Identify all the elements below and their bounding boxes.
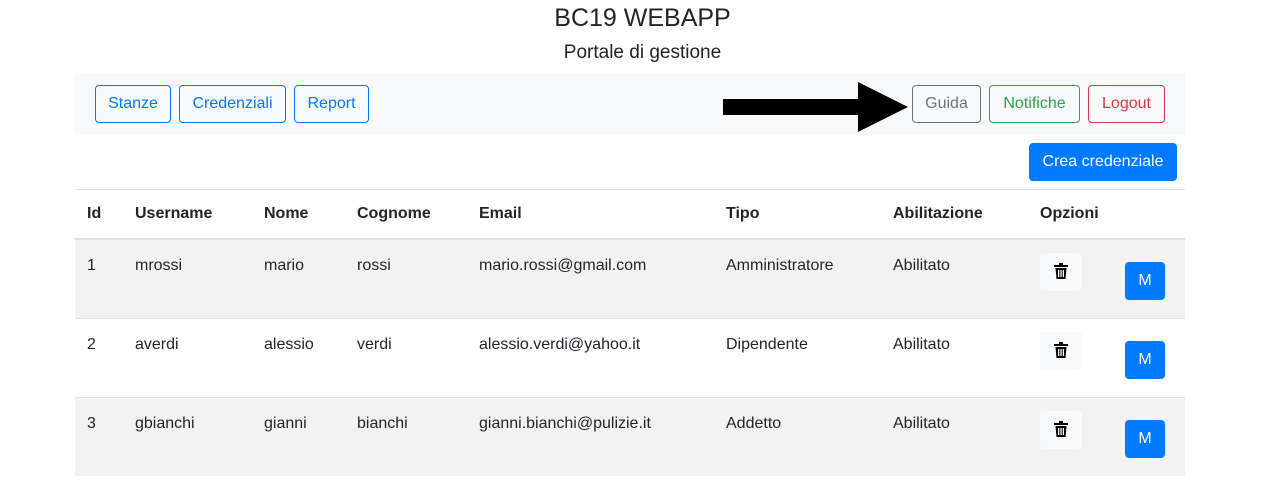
table-row: 2 averdi alessio verdi alessio.verdi@yah… — [75, 318, 1185, 398]
trash-icon — [1054, 341, 1068, 358]
navbar: Stanze Credenziali Report Guida Notifich… — [75, 73, 1185, 135]
cell-abilitazione: Abilitato — [893, 415, 950, 432]
credentials-table: Id Username Nome Cognome Email Tipo Abil… — [75, 189, 1185, 476]
row-options: M — [1040, 398, 1173, 476]
column-header-tipo: Tipo — [714, 189, 881, 240]
table-header-row: Id Username Nome Cognome Email Tipo Abil… — [75, 189, 1185, 240]
trash-icon — [1054, 262, 1068, 279]
column-header-username: Username — [123, 189, 252, 240]
cell-nome: alessio — [264, 336, 314, 353]
trash-icon — [1054, 420, 1068, 437]
guida-button[interactable]: Guida — [912, 85, 981, 123]
cell-cognome: bianchi — [357, 415, 408, 432]
arrow-right-icon — [723, 82, 908, 132]
cell-nome: mario — [264, 257, 305, 274]
cell-username: gbianchi — [135, 415, 195, 432]
modify-button[interactable]: M — [1125, 420, 1165, 458]
nav-report-button[interactable]: Report — [294, 85, 369, 123]
modify-button[interactable]: M — [1125, 262, 1165, 300]
modify-button[interactable]: M — [1125, 341, 1165, 379]
cell-tipo: Addetto — [726, 415, 782, 432]
cell-tipo: Amministratore — [726, 257, 834, 274]
cell-id: 1 — [87, 257, 96, 274]
nav-credenziali-button[interactable]: Credenziali — [179, 85, 286, 123]
row-options: M — [1040, 319, 1173, 397]
row-options: M — [1040, 240, 1173, 318]
cell-id: 2 — [87, 336, 96, 353]
column-header-opzioni: Opzioni — [1028, 189, 1185, 240]
cell-abilitazione: Abilitato — [893, 257, 950, 274]
column-header-abilitazione: Abilitazione — [881, 189, 1028, 240]
delete-button[interactable] — [1040, 253, 1082, 291]
logout-button[interactable]: Logout — [1088, 85, 1165, 123]
cell-cognome: rossi — [357, 257, 391, 274]
column-header-id: Id — [75, 189, 123, 240]
crea-credenziale-button[interactable]: Crea credenziale — [1029, 143, 1177, 181]
table-row: 1 mrossi mario rossi mario.rossi@gmail.c… — [75, 238, 1185, 319]
column-header-nome: Nome — [252, 189, 345, 240]
cell-email: mario.rossi@gmail.com — [479, 257, 647, 274]
cell-abilitazione: Abilitato — [893, 336, 950, 353]
column-header-cognome: Cognome — [345, 189, 467, 240]
notifiche-button[interactable]: Notifiche — [989, 85, 1080, 123]
cell-cognome: verdi — [357, 336, 392, 353]
nav-stanze-button[interactable]: Stanze — [95, 85, 171, 123]
cell-nome: gianni — [264, 415, 307, 432]
cell-tipo: Dipendente — [726, 336, 808, 353]
cell-username: averdi — [135, 336, 179, 353]
table-row: 3 gbianchi gianni bianchi gianni.bianchi… — [75, 397, 1185, 476]
cell-username: mrossi — [135, 257, 183, 274]
cell-id: 3 — [87, 415, 96, 432]
delete-button[interactable] — [1040, 411, 1082, 449]
cell-email: gianni.bianchi@pulizie.it — [479, 415, 651, 432]
app-subtitle: Portale di gestione — [563, 42, 722, 63]
delete-button[interactable] — [1040, 332, 1082, 370]
column-header-email: Email — [467, 189, 714, 240]
app-title: BC19 WEBAPP — [554, 4, 731, 32]
cell-email: alessio.verdi@yahoo.it — [479, 336, 641, 353]
